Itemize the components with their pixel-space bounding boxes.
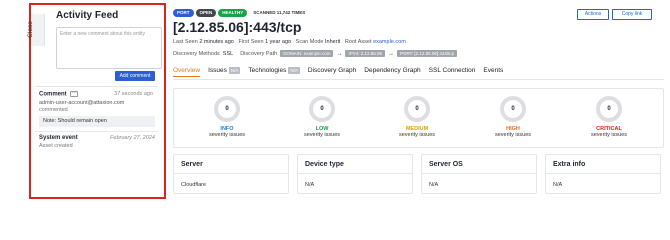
comment-action: commented: [39, 107, 68, 113]
card-title: Device type: [305, 161, 344, 168]
tab-label: SSL Connection: [428, 67, 476, 74]
card-value: Cloudflare: [181, 182, 207, 188]
actions-button[interactable]: Actions: [577, 9, 609, 20]
asset-detail: PORT OPEN HEALTHY SCANNED 11,742 TIMES […: [173, 0, 670, 210]
path-chip-port[interactable]: PORT: [2.12.85.06]:443/tcp: [396, 50, 458, 57]
healthy-badge: HEALTHY: [218, 9, 248, 17]
tab-divider: [173, 79, 664, 80]
severity-medium[interactable]: 0 MEDIUM severity issues: [387, 96, 447, 138]
tab-label: Dependency Graph: [364, 67, 421, 74]
port-badge: PORT: [173, 9, 194, 17]
system-event-date: February 27, 2024: [110, 135, 155, 141]
card-divider: [174, 173, 288, 174]
discovery-methods-value: SSL: [222, 50, 234, 57]
severity-ring: 0: [404, 96, 430, 122]
severity-ring: 0: [214, 96, 240, 122]
tab-technologies[interactable]: Technologies N/A: [248, 67, 300, 77]
severity-sub: severity issues: [494, 132, 532, 138]
tab-label: Technologies: [248, 67, 287, 74]
discovery-path-label: Discovery Path: [240, 50, 278, 57]
card-divider: [298, 173, 412, 174]
server-os-card: Server OS N/A: [421, 154, 537, 194]
first-seen-label: First Seen: [238, 39, 264, 45]
comment-type: Comment: [39, 91, 67, 98]
system-event-header: System event February 27, 2024: [39, 135, 155, 141]
severity-ring: 0: [596, 96, 622, 122]
tab-events[interactable]: Events: [483, 67, 503, 77]
discovery-methods-label: Discovery Methods: [173, 50, 220, 57]
activity-feed-panel: Close Activity Feed Enter a new comment …: [27, 3, 166, 199]
comment-input[interactable]: Enter a new comment about this entity: [56, 27, 162, 69]
asset-meta: Last Seen 2 minutes ago First Seen 1 yea…: [173, 39, 406, 45]
last-seen-label: Last Seen: [173, 39, 198, 45]
card-title: Extra info: [553, 161, 586, 168]
tab-discovery-graph[interactable]: Discovery Graph: [308, 67, 356, 77]
path-chip-domain[interactable]: DOMAIN: example.com: [280, 50, 334, 57]
comment-header: Comment ··· 37 seconds ago: [39, 91, 153, 98]
card-divider: [422, 173, 536, 174]
comment-menu-icon[interactable]: ···: [70, 91, 79, 97]
server-card: Server Cloudflare: [173, 154, 289, 194]
severity-info[interactable]: 0 INFO severity issues: [197, 96, 257, 138]
open-badge: OPEN: [195, 9, 217, 17]
card-title: Server OS: [429, 161, 463, 168]
copy-link-button[interactable]: Copy link: [612, 9, 652, 20]
arrow-right-icon: →: [387, 50, 394, 57]
close-tab[interactable]: Close: [27, 14, 45, 46]
card-value: N/A: [553, 182, 563, 188]
extra-info-card: Extra info N/A: [545, 154, 661, 194]
path-chip-ip[interactable]: IPV4: 2.12.85.06: [345, 50, 385, 57]
divider: [35, 131, 158, 132]
tab-ssl-connection[interactable]: SSL Connection: [429, 67, 476, 77]
tab-issues[interactable]: Issues N/A: [208, 67, 241, 77]
severity-sub: severity issues: [303, 132, 341, 138]
close-tab-label: Close: [26, 21, 34, 38]
arrow-right-icon: →: [336, 50, 343, 57]
severity-high[interactable]: 0 HIGH severity issues: [483, 96, 543, 138]
card-title: Server: [181, 161, 203, 168]
tab-label: Issues: [208, 67, 227, 74]
severity-sub: severity issues: [398, 132, 436, 138]
severity-ring: 0: [500, 96, 526, 122]
add-comment-button[interactable]: Add comment: [115, 71, 155, 81]
scan-mode-label: Scan Mode: [295, 39, 324, 45]
severity-ring: 0: [309, 96, 335, 122]
tab-label: Events: [483, 67, 504, 74]
device-type-card: Device type N/A: [297, 154, 413, 194]
system-event-type: System event: [39, 135, 78, 141]
card-divider: [546, 173, 660, 174]
severity-sub: severity issues: [208, 132, 246, 138]
divider: [35, 86, 158, 87]
tab-count: N/A: [228, 67, 241, 74]
tab-dependency-graph[interactable]: Dependency Graph: [364, 67, 420, 77]
first-seen-value: 1 year ago: [265, 39, 292, 45]
severity-low[interactable]: 0 LOW severity issues: [292, 96, 352, 138]
status-badges: PORT OPEN HEALTHY SCANNED 11,742 TIMES: [173, 9, 309, 17]
tab-label: Overview: [173, 67, 201, 74]
discovery-info: Discovery Methods SSL Discovery Path DOM…: [173, 50, 458, 57]
scan-count-badge: SCANNED 11,742 TIMES: [253, 10, 306, 15]
activity-feed-title: Activity Feed: [56, 10, 119, 21]
severity-critical[interactable]: 0 CRITICAL severity issues: [579, 96, 639, 138]
comment-time: 37 seconds ago: [114, 91, 153, 97]
root-asset-label: Root Asset: [344, 39, 372, 45]
tab-bar: Overview Issues N/A Technologies N/A Disco…: [173, 67, 511, 77]
comment-user: admin-user-account@attaxion.com: [39, 100, 125, 106]
severity-sub: severity issues: [590, 132, 628, 138]
severity-summary: 0 INFO severity issues 0 LOW severity is…: [173, 88, 664, 148]
tab-label: Discovery Graph: [307, 67, 357, 74]
tab-count: N/A: [288, 67, 300, 74]
card-value: N/A: [305, 182, 315, 188]
last-seen-value: 2 minutes ago: [199, 39, 234, 45]
card-value: N/A: [429, 182, 439, 188]
page-title: [2.12.85.06]:443/tcp: [173, 19, 302, 35]
comment-note: Note: Should remain open: [39, 116, 155, 127]
root-asset-link[interactable]: example.com: [373, 39, 406, 45]
tab-overview[interactable]: Overview: [173, 67, 201, 77]
system-event-detail: Asset created: [39, 143, 73, 149]
scan-mode-value: Inherit: [325, 39, 341, 45]
